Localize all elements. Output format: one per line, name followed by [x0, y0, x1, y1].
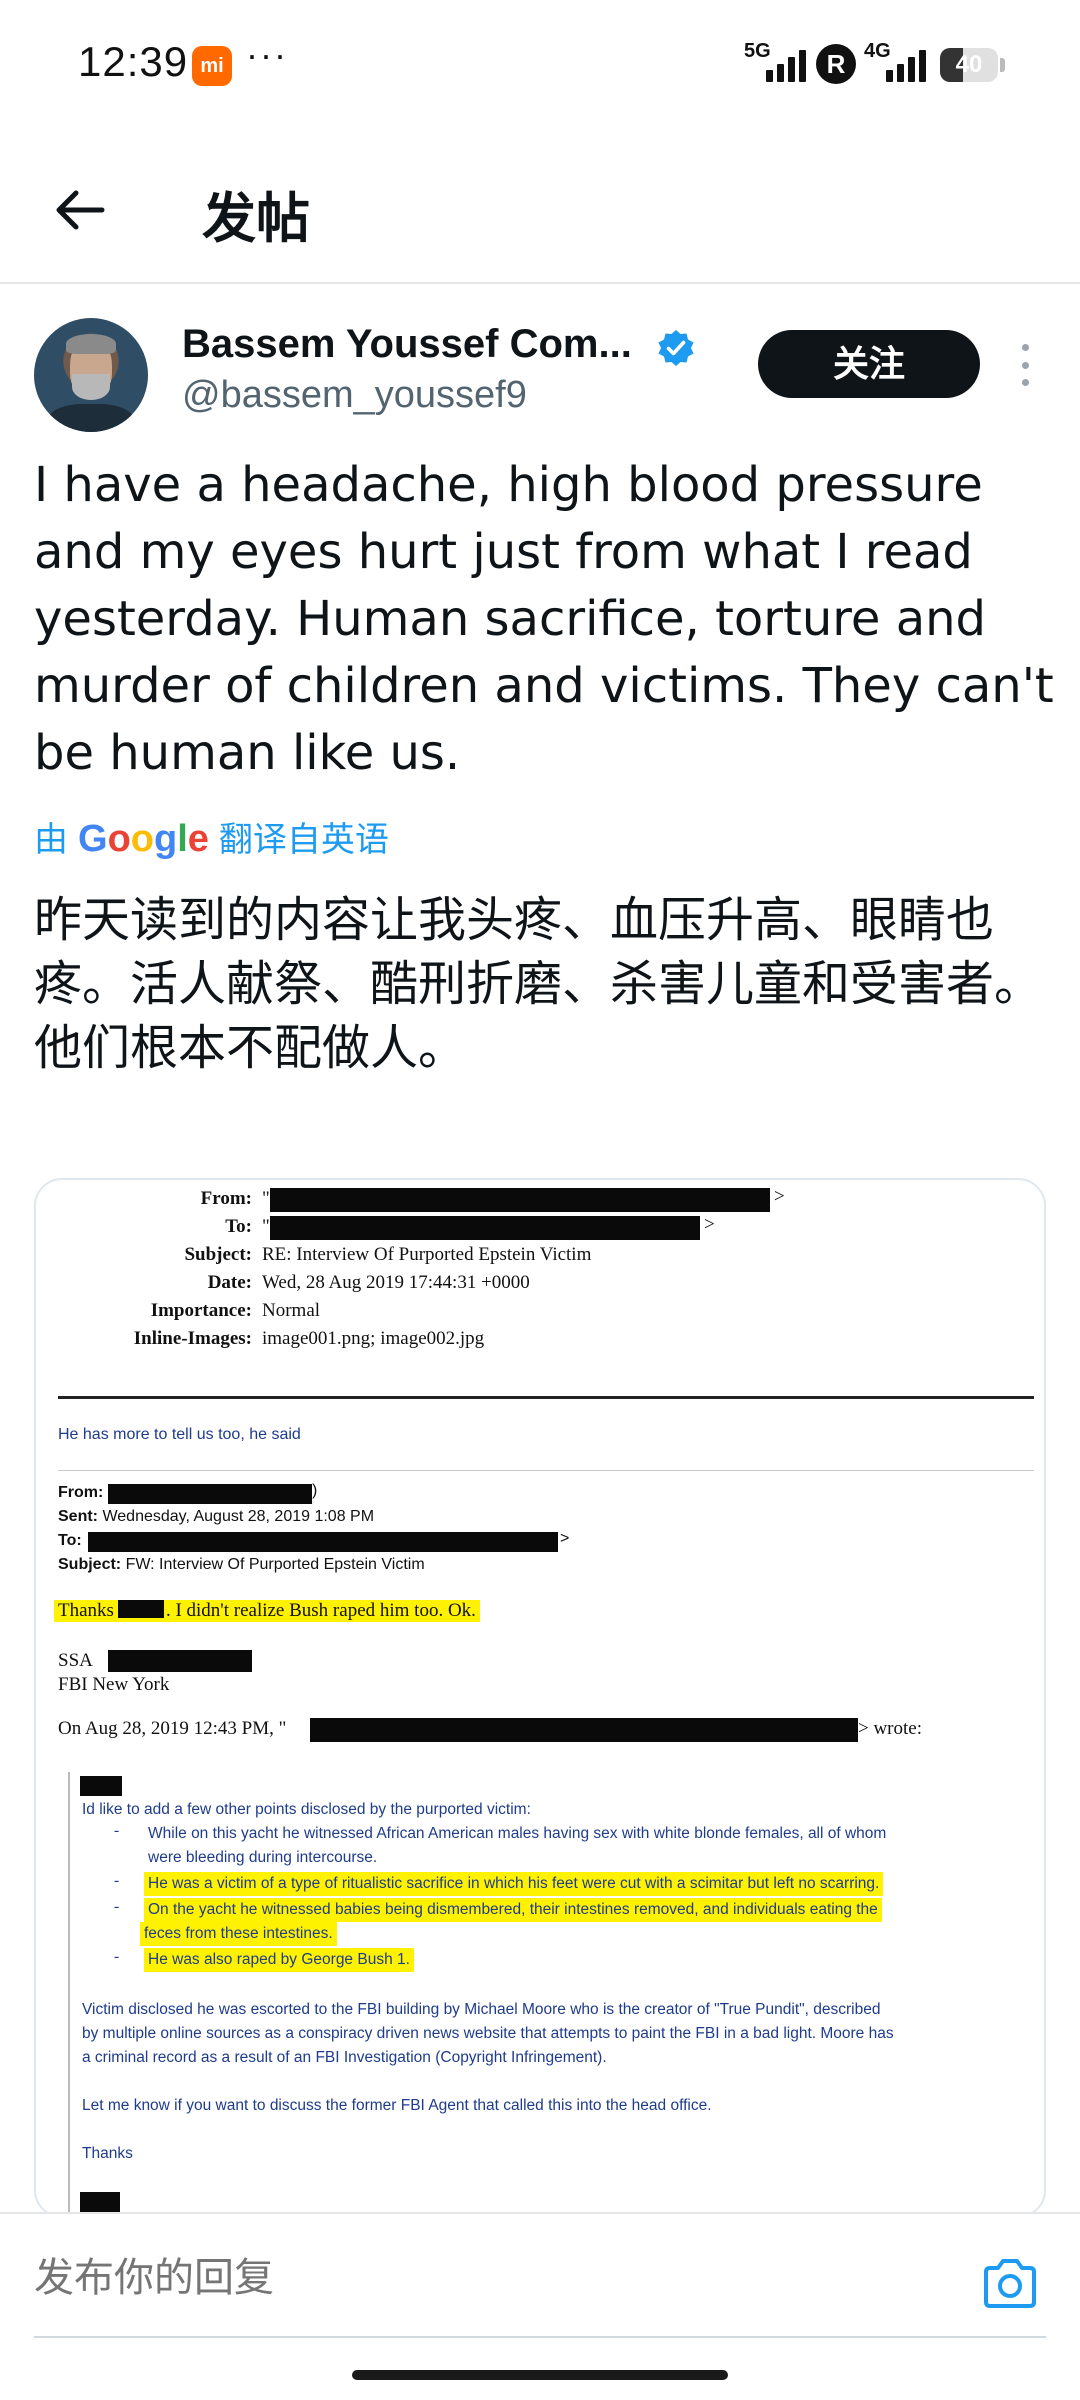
fw-sent-line: Sent: Wednesday, August 28, 2019 1:08 PM [58, 1508, 374, 1526]
signature-ssa: SSA [58, 1650, 93, 1671]
redaction-bar [310, 1718, 858, 1742]
email-date-label: Date: [207, 1272, 252, 1293]
bullet-dash: - [114, 1898, 120, 1915]
angle-bracket: > [774, 1186, 785, 1207]
fw-sent-value: Wednesday, August 28, 2019 1:08 PM [102, 1508, 375, 1525]
reply-underline [34, 2336, 1046, 2338]
battery-level-text: 40 [955, 51, 983, 78]
para1-line-a: Victim disclosed he was escorted to the … [82, 2001, 881, 2018]
redaction-bar [270, 1216, 700, 1240]
home-indicator[interactable] [352, 2370, 728, 2380]
mi-notification-icon: mi [192, 46, 232, 86]
paren: ) [312, 1482, 318, 1499]
page-header: 发帖 [0, 140, 1080, 284]
tweet-text: I have a headache, high blood pressure a… [34, 457, 1054, 781]
on-date-suffix: > wrote: [858, 1718, 923, 1739]
bullet-dash: - [114, 1948, 120, 1965]
thanks-prefix: Thanks [58, 1600, 114, 1621]
follow-button[interactable]: 关注 [758, 330, 980, 398]
back-button[interactable] [44, 174, 116, 246]
bullet-dash: - [114, 1822, 120, 1839]
signature-office: FBI New York [58, 1674, 170, 1695]
roaming-badge: R [816, 44, 856, 84]
angle-bracket: > [704, 1214, 715, 1235]
dot-icon [1021, 379, 1029, 386]
dot-icon [1021, 344, 1029, 351]
signal-strength-icon [766, 48, 806, 82]
redaction-bar [88, 1532, 558, 1552]
email-to-label: To: [225, 1216, 252, 1237]
intro-line: Id like to add a few other points disclo… [82, 1801, 531, 1818]
email-inline-images-value: image001.png; image002.jpg [262, 1328, 485, 1349]
more-notifications-icon: ··· [246, 34, 288, 75]
divider [58, 1470, 1034, 1471]
email-document: From: " > To: " > Subject: RE: Interview… [36, 1180, 1044, 2216]
redaction-bar [80, 2192, 120, 2212]
fw-subject-line: Subject: FW: Interview Of Purported Epst… [58, 1556, 425, 1574]
translate-prefix: 由 [34, 821, 68, 859]
redaction-bar [270, 1188, 770, 1212]
camera-button[interactable] [978, 2256, 1042, 2312]
fw-to-label: To: [58, 1532, 82, 1549]
fw-from-label: From: [58, 1484, 104, 1501]
email-subject-label: Subject: [184, 1244, 252, 1265]
more-options-button[interactable] [1010, 340, 1040, 390]
arrow-left-icon [56, 190, 105, 230]
translation-attribution[interactable]: 由 Google 翻译自英语 [34, 812, 389, 861]
divider [58, 1396, 1034, 1399]
email-note: He has more to tell us too, he said [58, 1426, 301, 1443]
google-logo: Google [78, 818, 209, 860]
email-from-label: From: [200, 1188, 252, 1209]
page-title: 发帖 [202, 189, 310, 249]
fw-sent-label: Sent: [58, 1508, 98, 1525]
fw-from-line: From: [58, 1484, 103, 1502]
redaction-bar [108, 1650, 252, 1672]
bullet4-line: He was also raped by George Bush 1. [144, 1948, 414, 1972]
author-handle[interactable]: @bassem_youssef9 [182, 374, 527, 417]
reply-input[interactable] [34, 2250, 914, 2306]
angle-bracket: > [560, 1530, 570, 1547]
para1-line-c: a criminal record as a result of an FBI … [82, 2049, 607, 2066]
email-subject-value: RE: Interview Of Purported Epstein Victi… [262, 1244, 592, 1265]
bullet2-line: He was a victim of a type of ritualistic… [144, 1872, 884, 1896]
fw-subject-value: FW: Interview Of Purported Epstein Victi… [125, 1556, 425, 1573]
verified-badge-icon [658, 330, 694, 366]
battery-tip [1000, 58, 1005, 72]
redaction-bar [108, 1484, 312, 1504]
dot-icon [1021, 361, 1029, 369]
author-display-name[interactable]: Bassem Youssef Com... [182, 322, 632, 367]
bullet3-line-a: On the yacht he witnessed babies being d… [144, 1898, 882, 1922]
email-importance-value: Normal [262, 1300, 321, 1321]
battery-icon: 40 [940, 48, 998, 82]
avatar[interactable] [34, 318, 148, 432]
signal-strength-icon-2 [886, 48, 926, 82]
email-inline-images-label: Inline-Images: [133, 1328, 252, 1349]
email-date-value: Wed, 28 Aug 2019 17:44:31 +0000 [262, 1272, 530, 1293]
redaction-bar [80, 1776, 122, 1796]
translate-suffix: 翻译自英语 [218, 821, 389, 859]
translated-tweet-text: 昨天读到的内容让我头疼、血压升高、眼睛也疼。活人献祭、酷刑折磨、杀害儿童和受害者… [34, 892, 1043, 1076]
closing-line: Thanks [82, 2145, 133, 2162]
redaction-bar [117, 1600, 164, 1618]
email-importance-label: Importance: [150, 1300, 252, 1321]
bullet1-line-b: were bleeding during intercourse. [148, 1849, 378, 1866]
bullet-dash: - [114, 1872, 120, 1889]
thanks-suffix: . I didn't realize Bush raped him too. O… [165, 1600, 476, 1621]
fw-to-line: To: [58, 1532, 82, 1550]
quote-bar [68, 1772, 70, 2216]
bullet3-line-b: feces from these intestines. [140, 1922, 337, 1946]
status-time: 12:39 [78, 38, 189, 85]
para2-line: Let me know if you want to discuss the f… [82, 2097, 712, 2114]
camera-icon [984, 2259, 1036, 2308]
status-bar: 12:39 mi ··· 5G R 4G 40 [0, 0, 1080, 120]
on-date-prefix: On Aug 28, 2019 12:43 PM, " [58, 1718, 287, 1739]
fw-subject-label: Subject: [58, 1556, 122, 1573]
thanks-line: Thanks . I didn't realize Bush raped him … [54, 1600, 480, 1622]
bullet1-line-a: While on this yacht he witnessed African… [148, 1825, 887, 1842]
attached-document-image[interactable]: From: " > To: " > Subject: RE: Interview… [34, 1178, 1046, 2218]
para1-line-b: by multiple online sources as a conspira… [82, 2025, 894, 2042]
quote-mark: " [262, 1188, 270, 1209]
quote-mark: " [262, 1216, 270, 1237]
